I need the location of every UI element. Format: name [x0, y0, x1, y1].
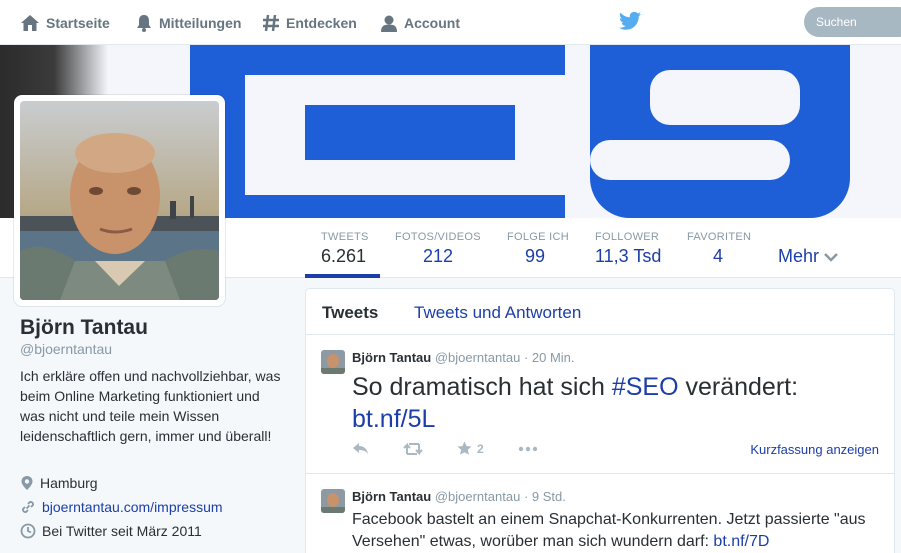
- profile-website-link[interactable]: bjoerntantau.com/impressum: [42, 499, 223, 515]
- tweet-hashtag-link[interactable]: #SEO: [612, 373, 679, 401]
- nav-account[interactable]: Account: [380, 0, 460, 45]
- stat-photos-value: 212: [423, 246, 454, 266]
- stat-followers-value: 11,3 Tsd: [595, 246, 662, 266]
- nav-account-label: Account: [404, 14, 460, 31]
- tweet-avatar-photo: [321, 489, 345, 513]
- profile-joined-text: Bei Twitter seit März 2011: [42, 523, 202, 539]
- profile-website[interactable]: bjoerntantau.com/impressum: [20, 499, 223, 515]
- tweet-text: Facebook bastelt an einem Snapchat-Konku…: [352, 509, 887, 553]
- tweet-text-part: So dramatisch hat sich: [352, 373, 612, 401]
- timeline-tabs: Tweets Tweets und Antworten: [306, 289, 894, 335]
- bell-icon: [137, 14, 151, 32]
- person-icon: [381, 15, 397, 32]
- retweet-icon: [403, 442, 423, 455]
- favorite-button[interactable]: 2: [457, 441, 484, 456]
- tweet-item[interactable]: Björn Tantau @bjoerntantau · 9 Std. Face…: [306, 475, 894, 553]
- favorite-count: 2: [477, 441, 484, 456]
- profile-location: Hamburg: [20, 475, 98, 491]
- profile-handle: @bjoerntantau: [20, 341, 113, 357]
- tweet-header: Björn Tantau @bjoerntantau · 9 Std.: [352, 489, 566, 504]
- stat-following-label: FOLGE ICH: [507, 231, 569, 243]
- stat-followers-label: FOLLOWER: [595, 231, 660, 243]
- chevron-down-icon: [824, 252, 838, 262]
- profile-location-text: Hamburg: [40, 475, 98, 491]
- reply-icon: [353, 443, 368, 454]
- nav-discover[interactable]: Entdecken: [262, 0, 357, 45]
- tweet-timestamp[interactable]: · 9 Std.: [524, 489, 566, 504]
- more-actions-button[interactable]: [518, 446, 538, 452]
- location-pin-icon: [21, 476, 33, 490]
- tweet-actions: 2: [352, 441, 572, 456]
- active-tab-indicator: [305, 274, 380, 278]
- tweet-author-name[interactable]: Björn Tantau: [352, 489, 431, 504]
- more-label: Mehr: [778, 246, 820, 266]
- tab-tweets[interactable]: Tweets: [322, 303, 378, 323]
- top-navigation: Startseite Mitteilungen Entdecken Accoun…: [0, 0, 901, 45]
- tweet-url-link[interactable]: bt.nf/7D: [713, 533, 769, 550]
- nav-home-label: Startseite: [46, 14, 110, 31]
- tweet-avatar[interactable]: [321, 350, 345, 374]
- avatar-photo: [20, 101, 219, 300]
- tweet-text-part: verändert:: [678, 373, 799, 401]
- tweet-header: Björn Tantau @bjoerntantau · 20 Min.: [352, 350, 575, 365]
- tweet-timeline: Tweets Tweets und Antworten Björn Tantau…: [305, 288, 895, 553]
- stat-following-value: 99: [525, 246, 546, 266]
- clock-icon: [20, 523, 36, 539]
- tweet-author-name[interactable]: Björn Tantau: [352, 350, 431, 365]
- ellipsis-icon: [518, 446, 537, 451]
- nav-notifications[interactable]: Mitteilungen: [135, 0, 241, 45]
- search-input[interactable]: [804, 7, 901, 37]
- show-summary-link[interactable]: Kurzfassung anzeigen: [750, 442, 879, 457]
- stat-tweets-value: 6.261: [321, 246, 367, 266]
- tweet-author-handle[interactable]: @bjoerntantau: [435, 489, 520, 504]
- tweet-avatar-photo: [321, 350, 345, 374]
- nav-notifications-label: Mitteilungen: [159, 14, 242, 31]
- reply-button[interactable]: [352, 442, 369, 455]
- tweet-author-handle[interactable]: @bjoerntantau: [435, 350, 520, 365]
- stat-tweets-label: TWEETS: [321, 231, 369, 243]
- tweet-text: So dramatisch hat sich #SEO verändert: bt…: [352, 371, 852, 435]
- link-icon: [22, 501, 34, 513]
- more-dropdown[interactable]: Mehr: [778, 246, 838, 267]
- tweet-item[interactable]: Björn Tantau @bjoerntantau · 20 Min. So …: [306, 336, 894, 474]
- profile-name: Björn Tantau: [20, 316, 148, 339]
- nav-home[interactable]: Startseite: [20, 0, 110, 45]
- profile-joined: Bei Twitter seit März 2011: [20, 523, 202, 539]
- stat-favorites-label: FAVORITEN: [687, 231, 752, 243]
- stat-photos-label: FOTOS/VIDEOS: [395, 231, 481, 243]
- tweet-url-link[interactable]: bt.nf/5L: [352, 405, 435, 433]
- nav-discover-label: Entdecken: [286, 14, 357, 31]
- retweet-button[interactable]: [403, 442, 423, 456]
- twitter-bird-icon[interactable]: [619, 11, 641, 31]
- star-icon: [457, 441, 472, 455]
- stat-tweets[interactable]: TWEETS 6.261: [305, 218, 380, 278]
- profile-avatar[interactable]: [14, 95, 225, 306]
- home-icon: [21, 14, 39, 31]
- profile-bio: Ich erkläre offen und nachvollziehbar, w…: [20, 368, 281, 444]
- tweet-avatar[interactable]: [321, 489, 345, 513]
- tweet-timestamp[interactable]: · 20 Min.: [524, 350, 575, 365]
- tweet-text-part: Facebook bastelt an einem Snapchat-Konku…: [352, 511, 866, 550]
- tab-tweets-and-replies[interactable]: Tweets und Antworten: [414, 303, 581, 323]
- hashtag-icon: [263, 14, 279, 31]
- stat-favorites-value: 4: [713, 246, 724, 266]
